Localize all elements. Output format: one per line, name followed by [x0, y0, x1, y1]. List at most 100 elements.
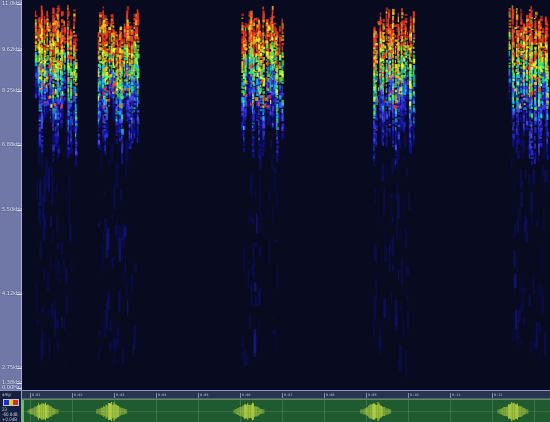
spectrogram-energy-mark: [409, 37, 411, 42]
spectrogram-energy-mark: [262, 74, 265, 78]
spectrogram-energy-mark: [73, 79, 75, 83]
spectrogram-energy-mark: [136, 36, 140, 41]
spectrogram-energy-mark: [271, 15, 275, 19]
spectrogram-peak-mark: [113, 43, 116, 46]
spectrogram-energy-mark: [130, 56, 133, 59]
spectrogram-energy-mark: [528, 93, 531, 98]
spectrogram-energy-mark: [394, 150, 398, 153]
spectrogram-energy-mark: [67, 140, 69, 145]
spectrogram-noise-mark: [392, 236, 394, 257]
spectrogram-energy-mark: [243, 140, 245, 144]
spectrogram-energy-mark: [544, 64, 547, 69]
spectrogram-energy-mark: [526, 38, 528, 42]
spectrogram-noise-mark: [276, 266, 278, 291]
spectrogram-energy-mark: [70, 130, 72, 135]
spectrogram-energy-mark: [43, 40, 45, 43]
spectrogram-energy-mark: [34, 69, 37, 73]
spectrogram-energy-mark: [54, 16, 56, 19]
waveform-gridline: [72, 400, 73, 422]
spectrogram-energy-mark: [38, 30, 41, 34]
spectrogram-peak-mark: [58, 34, 61, 39]
spectrogram-peak-mark: [101, 33, 105, 35]
spectrogram-energy-mark: [252, 150, 255, 152]
spectrogram-energy-mark: [97, 129, 100, 132]
spectrogram-energy-mark: [130, 126, 133, 130]
spectrogram-peak-mark: [252, 58, 255, 61]
spectrogram-energy-mark: [401, 49, 403, 53]
spectrogram-peak-mark: [40, 34, 43, 38]
time-ruler[interactable]: 0:01 0:02 0:03 0:04 0:05 0:06 0:07 0:08 0:09 0:10…: [22, 391, 550, 399]
spectrogram-peak-mark: [531, 90, 534, 93]
spectrogram-energy-mark: [243, 86, 245, 90]
spectrogram-energy-mark: [404, 72, 407, 77]
waveform-gridline: [198, 400, 199, 422]
spectrogram-energy-mark: [73, 65, 75, 68]
spectrogram-energy-mark: [97, 140, 101, 145]
waveform-canvas[interactable]: [22, 400, 550, 422]
spectrogram-energy-mark: [392, 79, 395, 81]
spectrogram-energy-mark: [256, 94, 259, 96]
spectrogram-noise-mark: [517, 150, 520, 160]
spectrogram-energy-mark: [526, 86, 528, 90]
spectrogram-energy-mark: [517, 54, 519, 57]
spectrogram-energy-mark: [517, 126, 520, 131]
spectrogram-energy-mark: [540, 143, 543, 146]
spectrogram-noise-mark: [122, 347, 125, 365]
spectrogram-energy-mark: [412, 120, 415, 124]
spectrogram-peak-mark: [255, 36, 257, 40]
spectrogram-energy-mark: [244, 40, 248, 44]
spectrogram-energy-mark: [392, 12, 395, 15]
spectrogram-energy-mark: [388, 39, 392, 43]
spectrogram-energy-mark: [512, 45, 514, 48]
spectrogram-energy-mark: [126, 97, 129, 101]
spectrogram-energy-mark: [112, 96, 115, 99]
spectrogram-energy-mark: [540, 83, 543, 87]
spectrogram-energy-mark: [512, 126, 514, 131]
spectrogram-peak-mark: [261, 94, 264, 97]
spectrogram-peak-mark: [393, 24, 397, 27]
spectrogram-view[interactable]: [22, 0, 550, 390]
spectrogram-peak-mark: [527, 19, 529, 22]
spectrogram-energy-mark: [46, 89, 48, 93]
spectrogram-energy-mark: [63, 23, 65, 26]
spectrogram-energy-mark: [530, 31, 533, 34]
spectrogram-energy-mark: [43, 48, 47, 51]
spectrogram-peak-mark: [266, 29, 270, 31]
spectrogram-energy-mark: [243, 126, 245, 131]
spectrogram-peak-mark: [267, 105, 270, 108]
spectrogram-energy-mark: [116, 107, 119, 110]
spectrogram-energy-mark: [517, 130, 520, 133]
playhead[interactable]: [22, 400, 24, 422]
spectrogram-peak-mark: [380, 60, 382, 62]
spectrogram-energy-mark: [49, 85, 52, 88]
spectrogram-energy-mark: [401, 117, 404, 122]
spectrogram-peak-mark: [523, 24, 526, 27]
spectrogram-noise-mark: [535, 322, 538, 349]
waveform-view[interactable]: [22, 399, 550, 422]
spectrogram-peak-mark: [514, 62, 516, 66]
spectrogram-energy-mark: [130, 144, 132, 149]
color-palette-button[interactable]: [3, 399, 19, 406]
spectrogram-energy-mark: [52, 11, 55, 15]
spectrogram-energy-mark: [260, 109, 263, 111]
spectrogram-noise-mark: [276, 190, 278, 211]
spectrogram-energy-mark: [373, 50, 375, 54]
spectrogram-canvas[interactable]: [22, 0, 550, 390]
spectrogram-peak-mark: [252, 20, 254, 25]
spectrogram-peak-mark: [530, 91, 534, 96]
spectrogram-noise-mark: [271, 154, 274, 170]
spectrogram-energy-mark: [128, 62, 131, 66]
spectrogram-energy-mark: [394, 132, 398, 137]
spectrogram-peak-mark: [533, 85, 535, 88]
spectrogram-energy-mark: [406, 82, 409, 85]
spectrogram-peak-mark: [268, 33, 271, 35]
spectrogram-energy-mark: [75, 133, 77, 137]
spectrogram-peak-mark: [388, 68, 391, 72]
spectrogram-energy-mark: [63, 100, 66, 103]
spectrogram-energy-mark: [123, 109, 125, 111]
spectrogram-peak-mark: [534, 55, 537, 58]
spectrogram-energy-mark: [394, 55, 397, 59]
spectrogram-peak-mark: [264, 34, 266, 39]
spectrogram-peak-mark: [55, 89, 57, 93]
spectrogram-energy-mark: [256, 60, 259, 62]
